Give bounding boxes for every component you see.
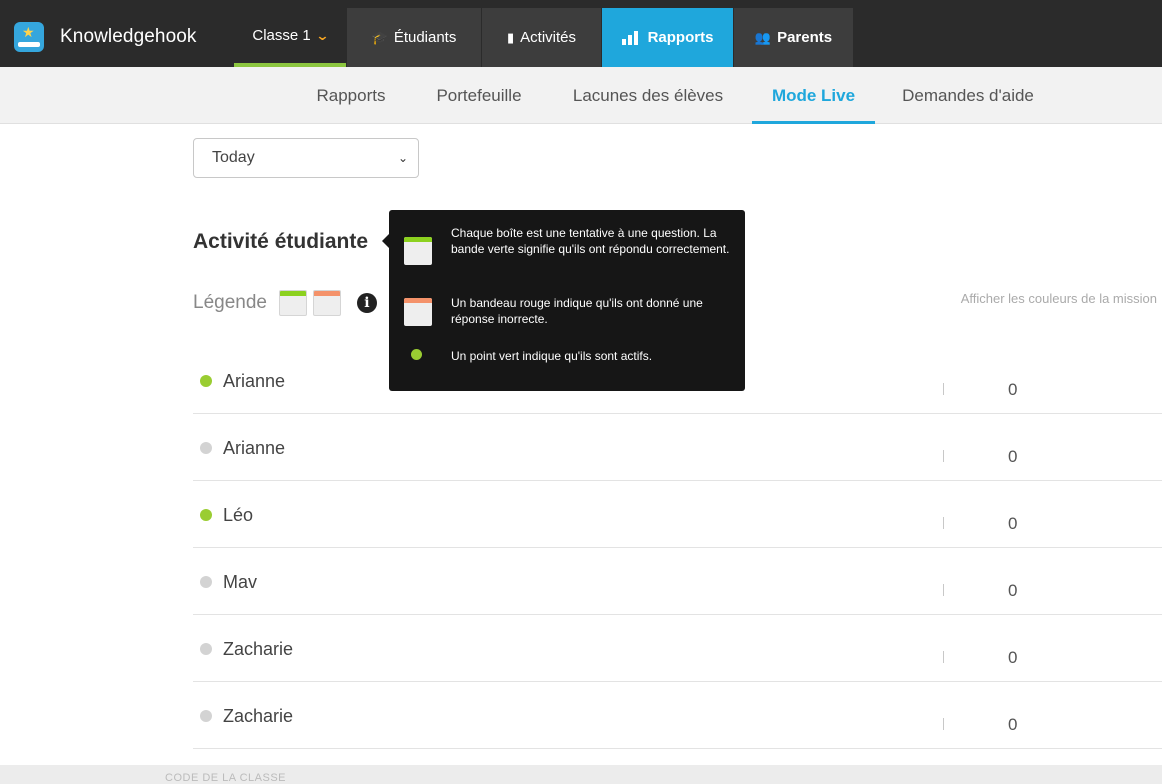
student-name: Léo [223, 505, 254, 525]
legend-incorrect-box [312, 290, 341, 316]
book-icon: ▮ [506, 29, 515, 45]
student-row[interactable]: Zacharie 0 [193, 615, 1162, 682]
tab-parents[interactable]: 👥 Parents [734, 8, 853, 67]
info-icon[interactable]: i [356, 293, 377, 313]
footer-bar: CODE DE LA CLASSE [0, 765, 1162, 784]
student-row[interactable]: Zacharie 0 [193, 682, 1162, 749]
tooltip-correct-text: Chaque boîte est une tentative à une que… [451, 226, 730, 256]
student-name: Zacharie [223, 706, 294, 726]
reports-subnav: Rapports Portefeuille Lacunes des élèves… [0, 67, 1162, 124]
divider [943, 383, 944, 395]
divider [943, 651, 944, 663]
student-row[interactable]: Mav 0 [193, 548, 1162, 615]
section-title: Activité étudiante [193, 230, 369, 253]
tab-etudiants[interactable]: 🎓 Étudiants [347, 8, 481, 67]
student-name: Mav [223, 572, 258, 592]
subtab-rapports[interactable]: Rapports [305, 67, 397, 124]
subtab-lacunes[interactable]: Lacunes des élèves [560, 67, 736, 124]
student-name: Arianne [223, 371, 286, 391]
legend-tooltip: Chaque boîte est une tentative à une que… [382, 210, 745, 391]
attempt-count: 0 [1008, 581, 1018, 600]
tab-parents-label: Parents [777, 29, 833, 46]
top-navbar: ★ Knowledgehook Classe 1 ⌄ 🎓 Étudiants ▮… [0, 0, 1162, 67]
divider [943, 517, 944, 529]
inactive-status-dot [200, 442, 212, 454]
student-name: Arianne [223, 438, 286, 458]
active-status-dot [200, 509, 212, 521]
attempt-count: 0 [1008, 648, 1018, 667]
brand-name: Knowledgehook [60, 26, 197, 47]
tab-rapports[interactable]: Rapports [602, 8, 733, 67]
attempt-count: 0 [1008, 514, 1018, 533]
divider [943, 450, 944, 462]
divider [943, 584, 944, 596]
brand[interactable]: ★ Knowledgehook [14, 22, 197, 52]
chevron-down-icon: ⌄ [397, 151, 408, 165]
class-selector[interactable]: Classe 1 ⌄ [234, 8, 346, 67]
class-code-label: CODE DE LA CLASSE [165, 772, 286, 784]
class-selector-label: Classe 1 [252, 27, 311, 44]
show-mission-colors-link[interactable]: Afficher les couleurs de la mission [961, 291, 1157, 306]
tab-activites[interactable]: ▮ Activités [482, 8, 601, 67]
tooltip-incorrect-text: Un bandeau rouge indique qu'ils ont donn… [451, 296, 703, 326]
inactive-status-dot [200, 576, 212, 588]
divider [943, 718, 944, 730]
date-range-select[interactable]: Today ⌄ [193, 138, 419, 178]
inactive-status-dot [200, 710, 212, 722]
legend: Légende i [193, 288, 377, 318]
tooltip-correct-box [404, 237, 432, 265]
tab-activites-label: Activités [520, 29, 576, 46]
tab-rapports-label: Rapports [647, 29, 714, 46]
subtab-mode-live[interactable]: Mode Live [752, 67, 875, 124]
date-range-value: Today [212, 149, 255, 166]
bar-chart-icon [621, 30, 640, 45]
student-name: Zacharie [223, 639, 294, 659]
student-row[interactable]: Arianne 0 [193, 414, 1162, 481]
subtab-demandes-aide[interactable]: Demandes d'aide [893, 67, 1043, 124]
users-icon: 👥 [754, 29, 772, 45]
attempt-count: 0 [1008, 380, 1018, 399]
legend-label: Légende [193, 292, 267, 313]
tooltip-active-text: Un point vert indique qu'ils sont actifs… [451, 349, 653, 363]
student-row[interactable]: Léo 0 [193, 481, 1162, 548]
attempt-count: 0 [1008, 447, 1018, 466]
tab-etudiants-label: Étudiants [393, 29, 457, 46]
subtab-portefeuille[interactable]: Portefeuille [420, 67, 538, 124]
active-status-dot [200, 375, 212, 387]
tooltip-incorrect-box [404, 298, 432, 326]
graduation-cap-icon: 🎓 [371, 29, 388, 45]
inactive-status-dot [200, 643, 212, 655]
chevron-down-icon: ⌄ [315, 27, 330, 43]
legend-correct-box [278, 290, 307, 316]
attempt-count: 0 [1008, 715, 1018, 734]
knowledgehook-logo-icon: ★ [14, 22, 44, 52]
tooltip-active-dot [411, 349, 422, 360]
